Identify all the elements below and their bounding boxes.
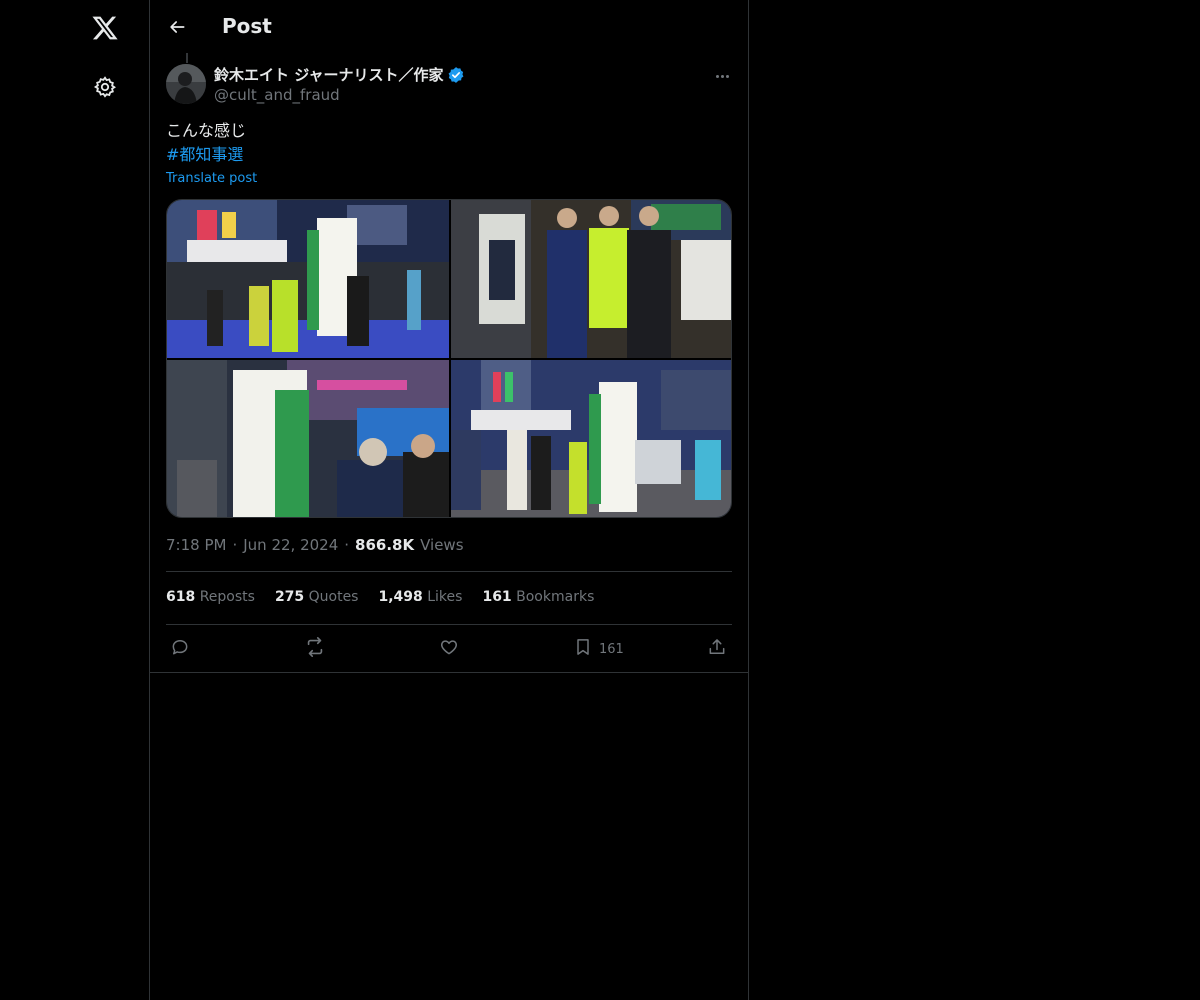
reply-button[interactable] bbox=[170, 636, 190, 662]
share-icon bbox=[707, 637, 727, 661]
post-text: こんな感じ bbox=[166, 121, 247, 140]
bookmark-count: 161 bbox=[599, 641, 624, 657]
share-button[interactable] bbox=[707, 636, 727, 662]
bookmark-icon bbox=[573, 637, 593, 661]
reply-icon bbox=[170, 637, 190, 661]
translate-post-link[interactable]: Translate post bbox=[166, 171, 257, 186]
post-photo-3[interactable] bbox=[167, 360, 449, 517]
like-button[interactable] bbox=[439, 636, 459, 662]
more-options-icon[interactable] bbox=[710, 66, 734, 86]
bookmark-button[interactable]: 161 bbox=[573, 636, 624, 662]
post-photo-2[interactable] bbox=[451, 200, 731, 358]
post-photo-1[interactable] bbox=[167, 200, 449, 358]
meta-separator: · bbox=[232, 536, 238, 554]
media-grid bbox=[166, 199, 732, 518]
author-name[interactable]: 鈴木エイト ジャーナリスト／作家 bbox=[214, 64, 443, 85]
stat-bookmarks[interactable]: 161 Bookmarks bbox=[482, 589, 594, 605]
divider bbox=[150, 672, 748, 673]
divider bbox=[166, 624, 732, 625]
verified-badge-icon[interactable] bbox=[447, 66, 465, 84]
main-column: Post 鈴木エイト ジャーナリスト／作家 @cult_and_fraud こん… bbox=[149, 0, 749, 1000]
hashtag-link[interactable]: #都知事選 bbox=[166, 143, 243, 167]
views-label: Views bbox=[420, 536, 464, 554]
repost-button[interactable] bbox=[304, 636, 326, 662]
post-photo-4[interactable] bbox=[451, 360, 731, 517]
post-date[interactable]: Jun 22, 2024 bbox=[243, 536, 338, 554]
gear-icon[interactable] bbox=[90, 72, 120, 102]
divider bbox=[166, 571, 732, 572]
action-bar: 161 bbox=[166, 636, 732, 662]
arrow-left-icon[interactable] bbox=[164, 14, 190, 40]
repost-icon bbox=[304, 636, 326, 662]
avatar[interactable] bbox=[166, 64, 206, 104]
views-count: 866.8K bbox=[355, 536, 415, 554]
x-logo-icon[interactable] bbox=[89, 12, 121, 44]
thread-line bbox=[186, 53, 188, 63]
stat-quotes[interactable]: 275 Quotes bbox=[275, 589, 359, 605]
left-nav bbox=[0, 0, 150, 1000]
author-handle[interactable]: @cult_and_fraud bbox=[214, 86, 340, 104]
post-time[interactable]: 7:18 PM bbox=[166, 536, 226, 554]
page-header: Post bbox=[150, 0, 748, 54]
stat-reposts[interactable]: 618 Reposts bbox=[166, 589, 255, 605]
meta-separator: · bbox=[344, 536, 350, 554]
stat-likes[interactable]: 1,498 Likes bbox=[378, 589, 462, 605]
post-meta: 7:18 PM · Jun 22, 2024 · 866.8K Views bbox=[166, 536, 464, 554]
author-row: 鈴木エイト ジャーナリスト／作家 bbox=[214, 64, 465, 85]
heart-icon bbox=[439, 637, 459, 661]
engagement-stats: 618 Reposts 275 Quotes 1,498 Likes 161 B… bbox=[166, 589, 594, 605]
page-title: Post bbox=[222, 14, 272, 38]
